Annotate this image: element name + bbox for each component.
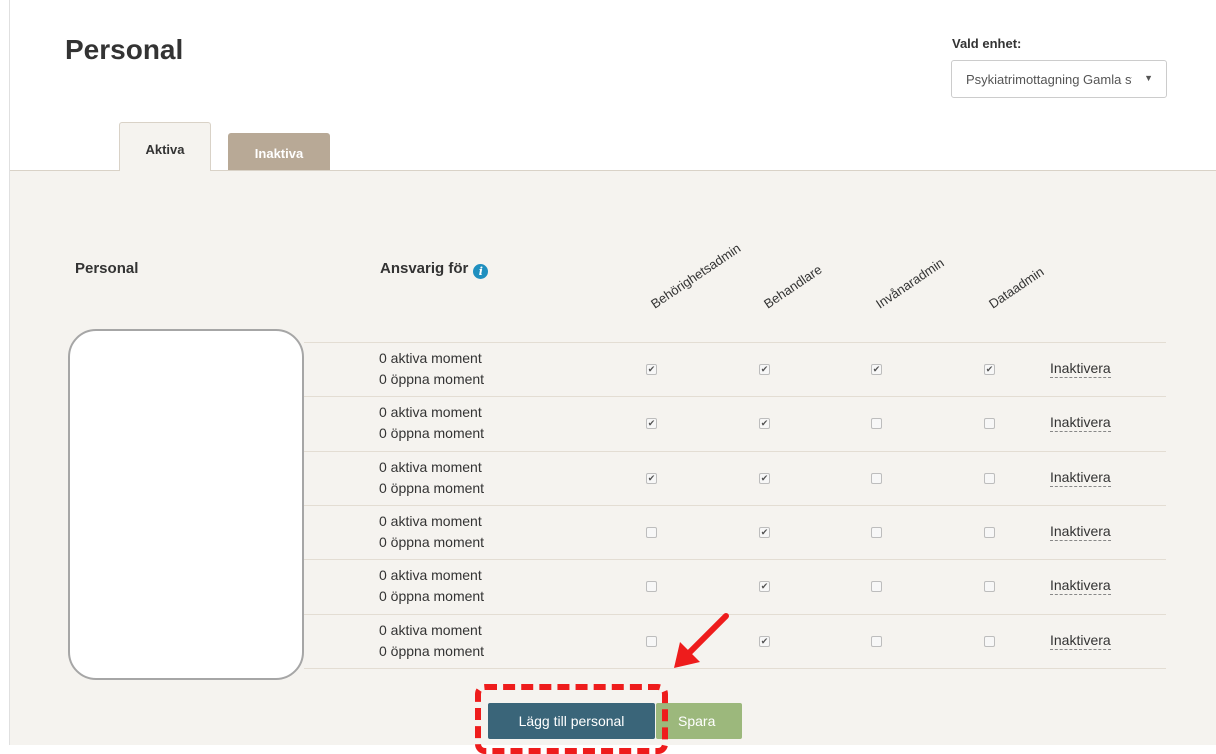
role-checkbox-3[interactable] xyxy=(871,527,882,538)
role-checkbox-3[interactable]: ✔ xyxy=(871,364,882,375)
role-checkbox-4[interactable] xyxy=(984,527,995,538)
role-checkbox-2[interactable]: ✔ xyxy=(759,636,770,647)
open-moments-text: 0 öppna moment xyxy=(379,480,485,496)
table-bottom-border xyxy=(304,668,1166,669)
role-checkbox-2[interactable]: ✔ xyxy=(759,418,770,429)
open-moments-text: 0 öppna moment xyxy=(379,534,485,550)
role-checkbox-1[interactable] xyxy=(646,527,657,538)
role-checkbox-3[interactable] xyxy=(871,473,882,484)
column-header-ansvarig-label: Ansvarig för xyxy=(380,260,469,277)
deactivate-link[interactable]: Inaktivera xyxy=(1050,523,1111,541)
role-checkbox-4[interactable] xyxy=(984,418,995,429)
open-moments-text: 0 öppna moment xyxy=(379,371,485,387)
table-row: 0 aktiva moment 0 öppna moment ✔ Inaktivera xyxy=(304,505,1166,560)
table-row: 0 aktiva moment 0 öppna moment ✔ ✔ ✔ ✔ Inaktiv… xyxy=(304,342,1166,397)
chevron-down-icon: ▼ xyxy=(1144,73,1153,83)
unit-label: Vald enhet: xyxy=(952,36,1022,51)
table-row: 0 aktiva moment 0 öppna moment ✔ ✔ Inaktiver… xyxy=(304,451,1166,506)
role-checkbox-4[interactable]: ✔ xyxy=(984,364,995,375)
annotation-highlight-box xyxy=(475,684,668,754)
table-row: 0 aktiva moment 0 öppna moment ✔ ✔ Inaktiver… xyxy=(304,396,1166,451)
role-checkbox-4[interactable] xyxy=(984,473,995,484)
role-checkbox-1[interactable]: ✔ xyxy=(646,418,657,429)
role-checkbox-3[interactable] xyxy=(871,581,882,592)
open-moments-text: 0 öppna moment xyxy=(379,643,485,659)
open-moments-text: 0 öppna moment xyxy=(379,588,485,604)
role-checkbox-2[interactable]: ✔ xyxy=(759,527,770,538)
info-icon[interactable]: i xyxy=(473,264,489,279)
redacted-names-box xyxy=(68,329,304,680)
role-checkbox-4[interactable] xyxy=(984,636,995,647)
deactivate-link[interactable]: Inaktivera xyxy=(1050,632,1111,650)
role-checkbox-1[interactable]: ✔ xyxy=(646,473,657,484)
active-moments-text: 0 aktiva moment xyxy=(379,622,482,638)
role-checkbox-2[interactable]: ✔ xyxy=(759,473,770,484)
role-checkbox-2[interactable]: ✔ xyxy=(759,364,770,375)
red-arrow-icon xyxy=(674,613,729,668)
tab-inaktiva[interactable]: Inaktiva xyxy=(228,133,330,170)
column-header-personal: Personal xyxy=(75,260,139,277)
page-title: Personal xyxy=(65,34,184,65)
deactivate-link[interactable]: Inaktivera xyxy=(1050,360,1111,378)
open-moments-text: 0 öppna moment xyxy=(379,425,485,441)
active-moments-text: 0 aktiva moment xyxy=(379,459,482,475)
role-checkbox-4[interactable] xyxy=(984,581,995,592)
unit-select[interactable]: Psykiatrimottagning Gamla stan ▼ xyxy=(951,60,1167,98)
table-row: 0 aktiva moment 0 öppna moment ✔ Inaktivera xyxy=(304,559,1166,614)
active-moments-text: 0 aktiva moment xyxy=(379,513,482,529)
role-checkbox-1[interactable]: ✔ xyxy=(646,364,657,375)
role-checkbox-3[interactable] xyxy=(871,418,882,429)
role-checkbox-1[interactable] xyxy=(646,581,657,592)
active-moments-text: 0 aktiva moment xyxy=(379,350,482,366)
unit-select-value: Psykiatrimottagning Gamla stan xyxy=(966,71,1132,87)
role-checkbox-2[interactable]: ✔ xyxy=(759,581,770,592)
table-row: 0 aktiva moment 0 öppna moment ✔ Inaktivera xyxy=(304,614,1166,669)
deactivate-link[interactable]: Inaktivera xyxy=(1050,414,1111,432)
tab-aktiva[interactable]: Aktiva xyxy=(119,122,211,171)
role-checkbox-1[interactable] xyxy=(646,636,657,647)
deactivate-link[interactable]: Inaktivera xyxy=(1050,577,1111,595)
role-checkbox-3[interactable] xyxy=(871,636,882,647)
active-moments-text: 0 aktiva moment xyxy=(379,404,482,420)
active-moments-text: 0 aktiva moment xyxy=(379,567,482,583)
deactivate-link[interactable]: Inaktivera xyxy=(1050,469,1111,487)
column-header-ansvarig: Ansvarig för i xyxy=(380,260,489,279)
save-button[interactable]: Spara xyxy=(656,703,742,739)
